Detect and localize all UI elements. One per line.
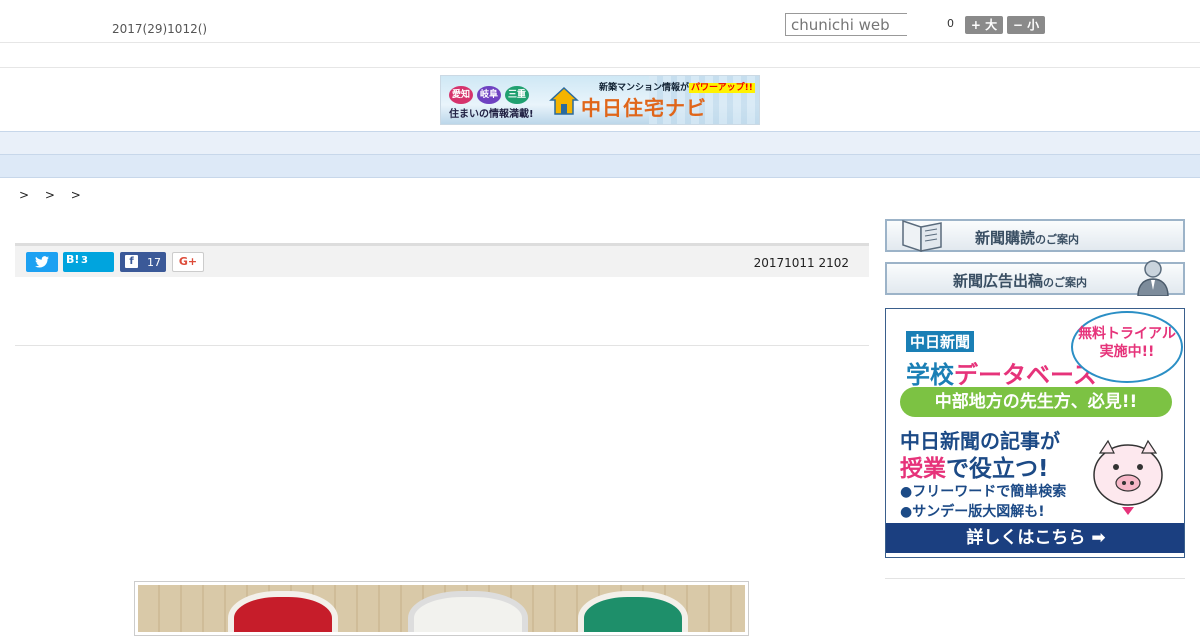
hatena-count: 3 [81,255,88,266]
photo-red-hood [228,591,338,632]
banner-brand-name: 中日住宅ナビ [581,96,707,120]
photo-white-hood [408,591,528,632]
photo-green-hood [578,591,688,632]
advertising-label: 新聞広告出稿のご案内 [953,272,1088,290]
prefecture-badge: 三重 [505,86,529,104]
prefecture-badge: 愛知 [449,86,473,104]
hatena-bookmark-button[interactable]: B! 3 [63,252,114,272]
advertising-info-button[interactable]: 新聞広告出稿のご案内 [885,260,1185,296]
promo-brand: 中日新聞 [906,331,975,352]
housing-navi-banner[interactable]: 愛知 岐阜 三重 住まいの情報満載! 新築マンション情報が パワーアップ!! 中日… [440,75,760,125]
promo-bullet: ●フリーワードで簡単検索 [900,484,1067,500]
newspaper-icon [902,219,942,253]
top-bar: 2017(29)1012() 0 + 大 − 小 [0,0,1200,43]
businessman-icon [1137,260,1169,296]
twitter-share-button[interactable] [26,252,58,272]
house-icon [549,86,579,115]
banner-tagline: 住まいの情報満載! [449,109,534,120]
sub-header-bar [0,44,1200,68]
current-date: 2017(29)1012() [112,22,208,36]
promo-trial-bubble: 無料トライアル実施中!! [1071,311,1183,383]
article-timestamp: 20171011 2102 [753,256,849,270]
promo-bullet: ●サンデー版大図解も! [900,504,1045,520]
article-divider [15,345,869,346]
promo-ribbon: 中部地方の先生方、必見!! [900,387,1172,417]
search-input[interactable] [785,13,907,36]
promo-product: 学校データベース [906,361,1097,389]
share-bar: B! 3 f 17 G+ 20171011 2102 [15,243,869,277]
twitter-icon [35,256,49,268]
facebook-share-button[interactable]: f 17 [120,252,166,272]
sub-nav [0,155,1200,178]
googleplus-share-button[interactable]: G+ [172,252,204,272]
subscription-info-button[interactable]: 新聞購読のご案内 [885,219,1185,253]
prefecture-badge: 岐阜 [477,86,501,104]
main-nav [0,131,1200,155]
school-database-ad[interactable]: 中日新聞 学校データベース 無料トライアル実施中!! 中部地方の先生方、必見!!… [885,308,1185,558]
font-smaller-button[interactable]: − 小 [1007,16,1045,34]
facebook-icon: f [125,255,138,268]
breadcrumb[interactable]: > > > [19,188,87,202]
pig-mascot-icon [1093,439,1163,515]
sidebar-divider [885,578,1185,579]
article-photo[interactable] [134,581,749,636]
photo-image [138,585,745,632]
promo-cta-button[interactable]: 詳しくはこちら ➡ [886,523,1184,553]
subscription-label: 新聞購読のご案内 [975,229,1080,247]
counter-value: 0 [947,17,954,30]
font-larger-button[interactable]: + 大 [965,16,1003,34]
promo-headline-2: 授業で役立つ! [900,456,1049,482]
hatena-icon: B! [66,253,80,266]
facebook-count: 17 [147,256,161,269]
